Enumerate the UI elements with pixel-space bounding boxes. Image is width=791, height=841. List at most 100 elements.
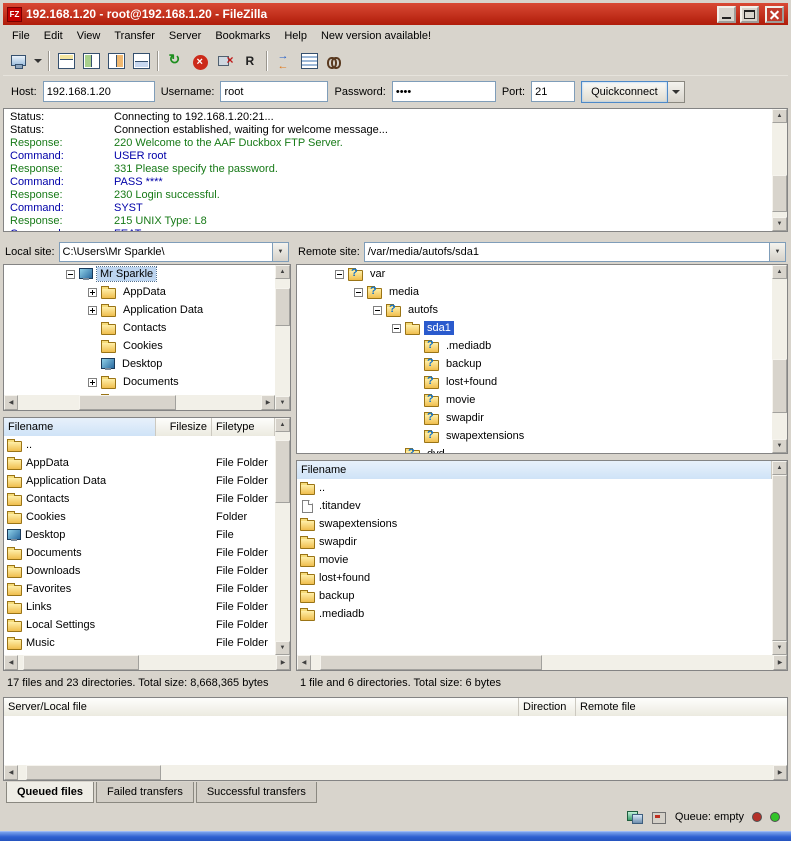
- scroll-right-icon[interactable]: ▶: [773, 765, 787, 780]
- tree-item[interactable]: AppData: [4, 283, 275, 301]
- scroll-down-icon[interactable]: ▼: [275, 641, 290, 655]
- disconnect-button[interactable]: [213, 50, 237, 73]
- chevron-down-icon[interactable]: ▼: [272, 243, 288, 261]
- scrollbar-thumb[interactable]: [23, 655, 139, 670]
- toggle-transfer-queue-button[interactable]: [129, 50, 153, 73]
- file-row[interactable]: DocumentsFile Folder: [4, 544, 275, 562]
- file-row[interactable]: FavoritesFile Folder: [4, 580, 275, 598]
- column-header-filename[interactable]: Filename: [297, 461, 772, 479]
- scroll-left-icon[interactable]: ◀: [297, 655, 311, 670]
- tab-successful-transfers[interactable]: Successful transfers: [196, 782, 317, 803]
- menu-new-version[interactable]: New version available!: [314, 27, 438, 45]
- local-list-vscrollbar[interactable]: ▲ ▼: [275, 418, 290, 655]
- local-site-combo[interactable]: C:\Users\Mr Sparkle\ ▼: [59, 242, 289, 262]
- file-row[interactable]: swapdir: [297, 533, 772, 551]
- file-row[interactable]: movie: [297, 551, 772, 569]
- menu-view[interactable]: View: [70, 27, 108, 45]
- file-row[interactable]: AppDataFile Folder: [4, 454, 275, 472]
- queue-hscrollbar[interactable]: ◀ ▶: [4, 765, 787, 780]
- tree-item[interactable]: movie: [297, 391, 772, 409]
- scrollbar-thumb[interactable]: [26, 765, 162, 780]
- toggle-local-tree-button[interactable]: [79, 50, 103, 73]
- menu-file[interactable]: File: [5, 27, 37, 45]
- scroll-left-icon[interactable]: ◀: [4, 395, 18, 410]
- local-tree-hscrollbar[interactable]: ◀ ▶: [4, 395, 275, 410]
- remote-tree-vscrollbar[interactable]: ▲ ▼: [772, 265, 787, 453]
- file-row[interactable]: CookiesFolder: [4, 508, 275, 526]
- close-button[interactable]: [765, 6, 784, 23]
- scroll-up-icon[interactable]: ▲: [772, 461, 787, 475]
- tree-item[interactable]: Application Data: [4, 301, 275, 319]
- file-row[interactable]: .titandev: [297, 497, 772, 515]
- column-header-server-local-file[interactable]: Server/Local file: [4, 698, 519, 716]
- scroll-up-icon[interactable]: ▲: [772, 265, 787, 279]
- file-row[interactable]: lost+found: [297, 569, 772, 587]
- tree-item[interactable]: swapdir: [297, 409, 772, 427]
- scroll-down-icon[interactable]: ▼: [772, 217, 787, 231]
- scroll-down-icon[interactable]: ▼: [275, 396, 290, 410]
- scrollbar-thumb[interactable]: [79, 395, 176, 410]
- site-manager-dropdown-button[interactable]: [31, 50, 44, 73]
- remote-list-hscrollbar[interactable]: ◀ ▶: [297, 655, 787, 670]
- tree-item[interactable]: autofs: [297, 301, 772, 319]
- scrollbar-thumb[interactable]: [772, 175, 787, 213]
- local-list-hscrollbar[interactable]: ◀ ▶: [4, 655, 290, 670]
- reconnect-button[interactable]: [238, 50, 262, 73]
- scroll-right-icon[interactable]: ▶: [261, 395, 275, 410]
- collapse-icon[interactable]: [66, 270, 75, 279]
- scroll-down-icon[interactable]: ▼: [772, 439, 787, 453]
- tree-item[interactable]: Mr Sparkle: [4, 265, 275, 283]
- refresh-button[interactable]: [163, 50, 187, 73]
- collapse-icon[interactable]: [354, 288, 363, 297]
- menu-edit[interactable]: Edit: [37, 27, 70, 45]
- scroll-up-icon[interactable]: ▲: [275, 265, 290, 279]
- toggle-message-log-button[interactable]: [54, 50, 78, 73]
- expand-icon[interactable]: [88, 378, 97, 387]
- file-row[interactable]: Local SettingsFile Folder: [4, 616, 275, 634]
- tree-item[interactable]: sda1: [297, 319, 772, 337]
- file-row[interactable]: swapextensions: [297, 515, 772, 533]
- password-input[interactable]: [392, 81, 496, 102]
- tree-item[interactable]: lost+found: [297, 373, 772, 391]
- file-row[interactable]: ContactsFile Folder: [4, 490, 275, 508]
- expand-icon[interactable]: [88, 288, 97, 297]
- scroll-right-icon[interactable]: ▶: [773, 655, 787, 670]
- tab-queued-files[interactable]: Queued files: [6, 782, 94, 803]
- file-row[interactable]: ..: [297, 479, 772, 497]
- quickconnect-button[interactable]: Quickconnect: [581, 81, 668, 103]
- tree-item[interactable]: .mediadb: [297, 337, 772, 355]
- menu-server[interactable]: Server: [162, 27, 208, 45]
- collapse-icon[interactable]: [392, 324, 401, 333]
- maximize-button[interactable]: [740, 6, 759, 23]
- host-input[interactable]: [43, 81, 155, 102]
- tree-item[interactable]: dvd: [297, 445, 772, 453]
- scrollbar-thumb[interactable]: [275, 288, 290, 325]
- username-input[interactable]: [220, 81, 328, 102]
- tree-item[interactable]: media: [297, 283, 772, 301]
- file-row[interactable]: DownloadsFile Folder: [4, 562, 275, 580]
- tab-failed-transfers[interactable]: Failed transfers: [96, 782, 194, 803]
- port-input[interactable]: [531, 81, 575, 102]
- file-row[interactable]: LinksFile Folder: [4, 598, 275, 616]
- synchronized-browsing-button[interactable]: [297, 50, 321, 73]
- collapse-icon[interactable]: [373, 306, 382, 315]
- tree-item[interactable]: Contacts: [4, 319, 275, 337]
- column-header-filename[interactable]: Filename: [4, 418, 156, 436]
- scrollbar-thumb[interactable]: [772, 359, 787, 413]
- file-row[interactable]: ..: [4, 436, 275, 454]
- file-row[interactable]: Application DataFile Folder: [4, 472, 275, 490]
- scroll-left-icon[interactable]: ◀: [4, 655, 18, 670]
- scroll-right-icon[interactable]: ▶: [276, 655, 290, 670]
- menu-transfer[interactable]: Transfer: [107, 27, 162, 45]
- site-manager-button[interactable]: [6, 50, 30, 73]
- tree-item[interactable]: Documents: [4, 373, 275, 391]
- menu-help[interactable]: Help: [277, 27, 314, 45]
- traffic-monitor-icon[interactable]: [627, 810, 643, 824]
- tree-item[interactable]: swapextensions: [297, 427, 772, 445]
- expand-icon[interactable]: [88, 306, 97, 315]
- tree-item[interactable]: Desktop: [4, 355, 275, 373]
- cancel-button[interactable]: [188, 50, 212, 73]
- column-header-remote-file[interactable]: Remote file: [576, 698, 787, 716]
- local-tree-vscrollbar[interactable]: ▲ ▼: [275, 265, 290, 410]
- scroll-down-icon[interactable]: ▼: [772, 641, 787, 655]
